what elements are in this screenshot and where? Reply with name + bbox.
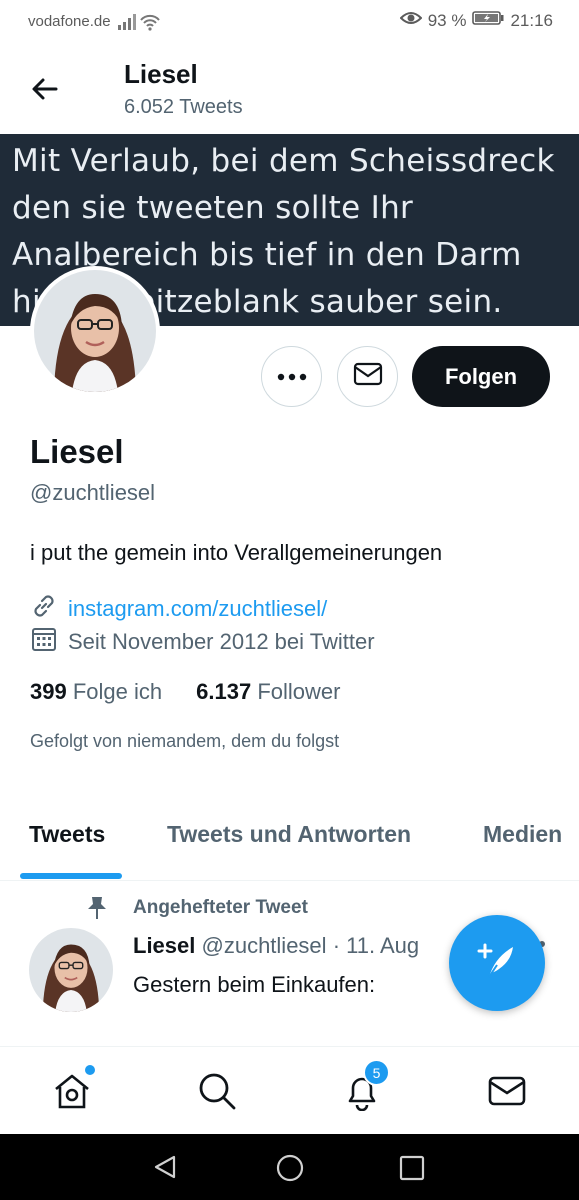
eye-comfort-icon (399, 10, 423, 31)
profile-stats: 399 Folge ich 6.137 Follower (30, 679, 340, 705)
search-icon (197, 1073, 237, 1115)
tab-tweets-and-replies[interactable]: Tweets und Antworten (167, 821, 411, 848)
back-arrow-icon[interactable] (28, 72, 62, 106)
pin-icon (86, 895, 108, 926)
android-navigation-bar (0, 1134, 579, 1200)
new-content-dot (85, 1065, 95, 1075)
profile-handle: @zuchtliesel (30, 480, 156, 505)
nav-home[interactable] (52, 1065, 95, 1111)
tweet-avatar[interactable] (29, 928, 113, 1012)
follow-button[interactable]: Folgen (412, 346, 550, 407)
tweet-date: · 11. Aug (332, 933, 420, 958)
followers-stat[interactable]: 6.137 Follower (196, 679, 340, 705)
clock: 21:16 (510, 10, 553, 30)
bell-icon (342, 1077, 382, 1115)
tweet-text: Gestern beim Einkaufen: (133, 972, 376, 997)
calendar-icon (30, 625, 58, 659)
bottom-navigation: 5 (0, 1046, 579, 1134)
signal-wifi-icons (117, 12, 161, 36)
more-dots-icon (277, 368, 307, 386)
envelope-icon (353, 362, 383, 391)
following-stat[interactable]: 399 Folge ich (30, 679, 162, 705)
mail-icon (487, 1076, 527, 1115)
profile-name: Liesel (30, 433, 124, 470)
header-tweet-count: 6.052 Tweets (124, 96, 243, 118)
link-icon (30, 592, 58, 626)
joined-text: Seit November 2012 bei Twitter (68, 629, 375, 654)
compose-tweet-button[interactable] (449, 915, 545, 1011)
tab-media[interactable]: Medien (483, 821, 562, 848)
pinned-tweet-label: Angehefteter Tweet (133, 897, 308, 918)
active-tab-indicator (20, 873, 122, 879)
nav-search[interactable] (197, 1071, 237, 1111)
more-options-button[interactable] (261, 346, 322, 407)
notification-badge: 5 (363, 1059, 390, 1086)
profile-link[interactable]: instagram.com/zuchtliesel/ (68, 596, 327, 622)
followed-by-text: Gefolgt von niemandem, dem du folgst (30, 731, 340, 751)
tweet-author[interactable]: Liesel (133, 933, 195, 958)
back-triangle-icon[interactable] (152, 1154, 178, 1185)
message-button[interactable] (337, 346, 398, 407)
profile-tabs: Tweets Tweets und Antworten Medien (0, 795, 579, 881)
home-icon (52, 1074, 92, 1115)
profile-bio: i put the gemein into Verallgemeinerunge… (30, 540, 443, 565)
carrier-label: vodafone.de (28, 13, 111, 30)
tweet-header: Liesel @zuchtliesel · 11. Aug (133, 933, 419, 959)
tweet-handle: @zuchtliesel (201, 933, 327, 958)
feather-plus-icon (475, 939, 519, 988)
profile-joined: Seit November 2012 bei Twitter (30, 625, 375, 659)
status-bar: vodafone.de 93 % 21:16 (0, 0, 579, 44)
nav-messages[interactable] (487, 1071, 527, 1111)
tab-tweets[interactable]: Tweets (29, 821, 105, 848)
profile-avatar[interactable] (30, 266, 160, 396)
home-circle-icon[interactable] (276, 1154, 304, 1187)
recents-square-icon[interactable] (399, 1155, 425, 1186)
nav-notifications[interactable]: 5 (342, 1059, 390, 1112)
battery-percent: 93 % (427, 10, 467, 30)
header-name: Liesel (124, 59, 198, 89)
profile-website: instagram.com/zuchtliesel/ (30, 592, 327, 626)
battery-icon (472, 10, 504, 31)
